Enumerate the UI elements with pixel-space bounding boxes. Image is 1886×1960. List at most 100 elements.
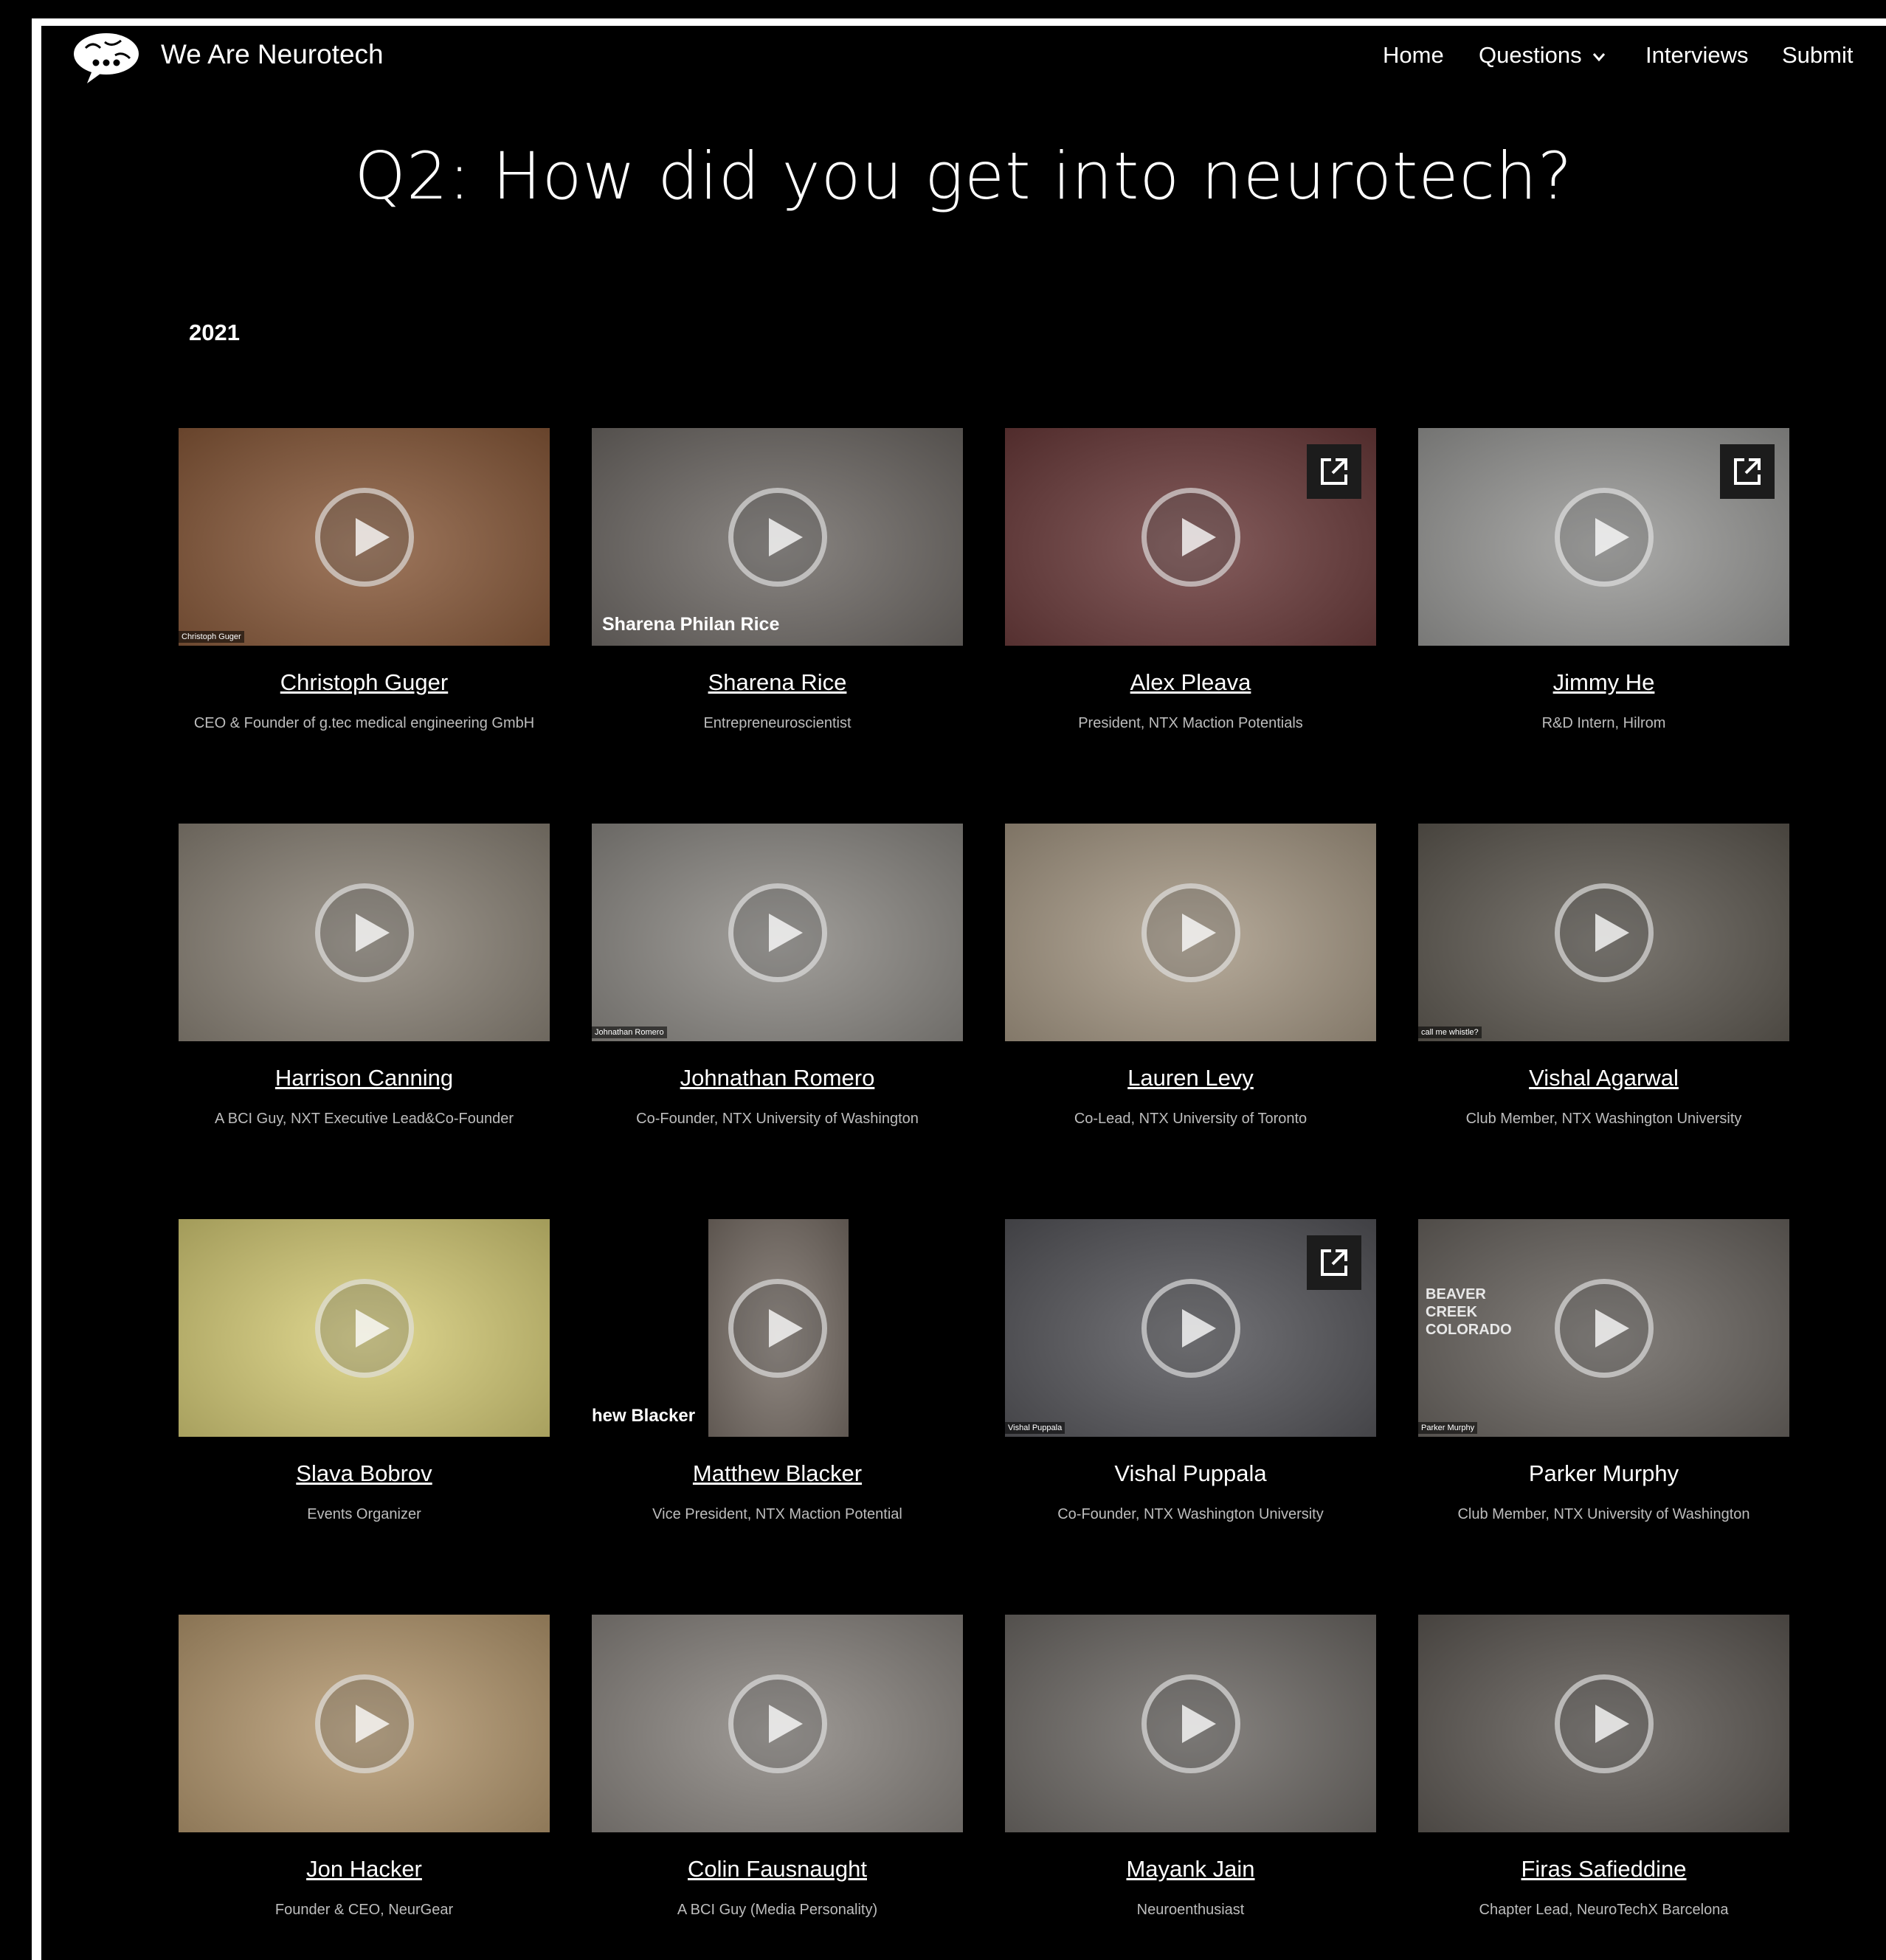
interview-card: Vishal Puppala Vishal Puppala Co-Founder, …	[1005, 1219, 1376, 1523]
play-icon[interactable]	[1141, 883, 1240, 982]
chevron-down-icon	[1592, 52, 1605, 62]
interviewee-name-link[interactable]: Christoph Guger	[179, 669, 550, 696]
interviewee-name-link[interactable]: Vishal Agarwal	[1418, 1065, 1789, 1091]
nav-questions-dropdown[interactable]: Questions	[1479, 42, 1606, 69]
interviewee-role: Neuroenthusiast	[1136, 1902, 1245, 1918]
play-icon[interactable]	[1141, 1278, 1240, 1378]
play-icon[interactable]	[1554, 487, 1654, 587]
video-thumbnail[interactable]: Vishal Puppala	[1005, 1219, 1376, 1437]
interviewee-name-link[interactable]: Firas Safieddine	[1418, 1856, 1789, 1883]
video-thumbnail[interactable]	[1005, 428, 1376, 646]
video-thumbnail[interactable]	[179, 824, 550, 1041]
interviewee-role: Founder & CEO, NeurGear	[274, 1902, 454, 1918]
interviewee-name-link[interactable]: Matthew Blacker	[592, 1460, 963, 1487]
video-thumbnail[interactable]	[1418, 1615, 1789, 1832]
interviewee-role: Club Member, NTX University of Washingto…	[1457, 1506, 1750, 1522]
video-overlay-name: Sharena Philan Rice	[602, 614, 780, 635]
play-icon[interactable]	[1554, 1674, 1654, 1773]
interview-card: Firas Safieddine Chapter Lead, NeuroTechX…	[1418, 1615, 1789, 1919]
video-participant-tag: Parker Murphy	[1418, 1422, 1478, 1434]
play-icon[interactable]	[728, 883, 827, 982]
video-participant-tag: Johnathan Romero	[592, 1026, 667, 1038]
video-participant-tag: Vishal Puppala	[1005, 1422, 1065, 1434]
video-participant-tag: Christoph Guger	[179, 631, 244, 643]
video-thumbnail[interactable]	[1005, 824, 1376, 1041]
interviewee-name-link[interactable]: Alex Pleava	[1005, 669, 1376, 696]
video-thumbnail[interactable]	[179, 1219, 550, 1437]
interviewee-role: Co-Founder, NTX Washington University	[1057, 1506, 1324, 1522]
page-title: Q2: How did you get into neurotech?	[354, 138, 1573, 214]
interview-card: Jimmy He R&D Intern, Hilrom	[1418, 428, 1789, 732]
interviewee-name-link: Vishal Puppala	[1114, 1460, 1267, 1486]
interview-card: Mayank Jain Neuroenthusiast	[1005, 1615, 1376, 1919]
play-icon[interactable]	[1554, 1278, 1654, 1378]
interview-card: Christoph Guger Christoph Guger CEO & Foun…	[179, 428, 550, 732]
year-heading: 2021	[189, 320, 240, 345]
frame-left-border	[32, 18, 41, 1960]
interviewee-name-link[interactable]: Lauren Levy	[1005, 1065, 1376, 1091]
play-icon[interactable]	[314, 487, 414, 587]
video-thumbnail[interactable]: Sharena Philan Rice	[592, 428, 963, 646]
interview-card: Harrison Canning A BCI Guy, NXT Executive…	[179, 824, 550, 1128]
interview-card: hew Blacker Matthew Blacker Vice President…	[592, 1219, 963, 1523]
video-poster-text: BEAVER CREEK COLORADO	[1426, 1286, 1512, 1338]
interview-card: Jon Hacker Founder & CEO, NeurGear	[179, 1615, 550, 1919]
play-icon[interactable]	[1141, 487, 1240, 587]
interview-card: Alex Pleava President, NTX Maction Potent…	[1005, 428, 1376, 732]
nav-submit-link[interactable]: Submit	[1782, 42, 1853, 69]
interview-card: call me whistle? Vishal Agarwal Club Membe…	[1418, 824, 1789, 1128]
video-overlay-name: hew Blacker	[592, 1406, 696, 1426]
interviewee-role: R&D Intern, Hilrom	[1541, 715, 1666, 731]
video-thumbnail[interactable]: hew Blacker	[592, 1219, 963, 1437]
interviewee-name-link[interactable]: Jon Hacker	[179, 1856, 550, 1883]
interviewee-name-link[interactable]: Jimmy He	[1418, 669, 1789, 696]
video-thumbnail[interactable]	[1005, 1615, 1376, 1832]
video-thumbnail[interactable]: Parker Murphy BEAVER CREEK COLORADO	[1418, 1219, 1789, 1437]
interviewee-role: President, NTX Maction Potentials	[1078, 715, 1303, 731]
play-icon[interactable]	[728, 1674, 827, 1773]
play-icon[interactable]	[1554, 883, 1654, 982]
nav-home-link[interactable]: Home	[1383, 42, 1444, 69]
interviewee-name-link[interactable]: Colin Fausnaught	[592, 1856, 963, 1883]
interviewee-role: CEO & Founder of g.tec medical engineeri…	[193, 715, 535, 731]
nav-interviews-link[interactable]: Interviews	[1645, 42, 1749, 69]
interviewee-role: A BCI Guy, NXT Executive Lead&Co-Founder	[214, 1111, 514, 1127]
interview-card: Colin Fausnaught A BCI Guy (Media Persona…	[592, 1615, 963, 1919]
interview-card: Parker Murphy BEAVER CREEK COLORADO Parker…	[1418, 1219, 1789, 1523]
play-icon[interactable]	[728, 1278, 827, 1378]
interviewee-name-link[interactable]: Johnathan Romero	[592, 1065, 963, 1091]
interviewee-role: Vice President, NTX Maction Potential	[652, 1506, 902, 1522]
video-thumbnail[interactable]	[179, 1615, 550, 1832]
play-icon[interactable]	[314, 1278, 414, 1378]
interview-card: Johnathan Romero Johnathan Romero Co-Found…	[592, 824, 963, 1128]
interviewee-role: Co-Lead, NTX University of Toronto	[1074, 1111, 1308, 1127]
play-icon[interactable]	[728, 487, 827, 587]
video-thumbnail[interactable]	[1418, 428, 1789, 646]
interviewee-role: A BCI Guy (Media Personality)	[677, 1902, 878, 1918]
video-thumbnail[interactable]	[592, 1615, 963, 1832]
external-link-icon[interactable]	[1307, 444, 1361, 499]
interviewee-role: Entrepreneuroscientist	[703, 715, 852, 731]
interview-card: Lauren Levy Co-Lead, NTX University of To…	[1005, 824, 1376, 1128]
interview-card: Slava Bobrov Events Organizer	[179, 1219, 550, 1523]
video-participant-tag: call me whistle?	[1418, 1026, 1482, 1038]
interviewee-role: Co-Founder, NTX University of Washington	[636, 1111, 919, 1127]
interviewee-name-link[interactable]: Slava Bobrov	[179, 1460, 550, 1487]
video-thumbnail[interactable]: Christoph Guger	[179, 428, 550, 646]
video-thumbnail[interactable]: call me whistle?	[1418, 824, 1789, 1041]
interviewee-name-link[interactable]: Harrison Canning	[179, 1065, 550, 1091]
play-icon[interactable]	[314, 883, 414, 982]
video-thumbnail[interactable]: Johnathan Romero	[592, 824, 963, 1041]
external-link-icon[interactable]	[1307, 1235, 1361, 1290]
interviewee-role: Events Organizer	[307, 1506, 421, 1522]
play-icon[interactable]	[1141, 1674, 1240, 1773]
external-link-icon[interactable]	[1720, 444, 1775, 499]
interviewee-name-link[interactable]: Mayank Jain	[1005, 1856, 1376, 1883]
play-icon[interactable]	[314, 1674, 414, 1773]
frame-top-border	[32, 18, 1886, 26]
page: We Are Neurotech Home Questions Intervie…	[41, 26, 1886, 1960]
brain-speech-logo-icon[interactable]	[71, 26, 142, 85]
interviewee-role: Club Member, NTX Washington University	[1465, 1111, 1742, 1127]
interviewee-name-link[interactable]: Sharena Rice	[592, 669, 963, 696]
site-brand[interactable]: We Are Neurotech	[161, 39, 384, 70]
